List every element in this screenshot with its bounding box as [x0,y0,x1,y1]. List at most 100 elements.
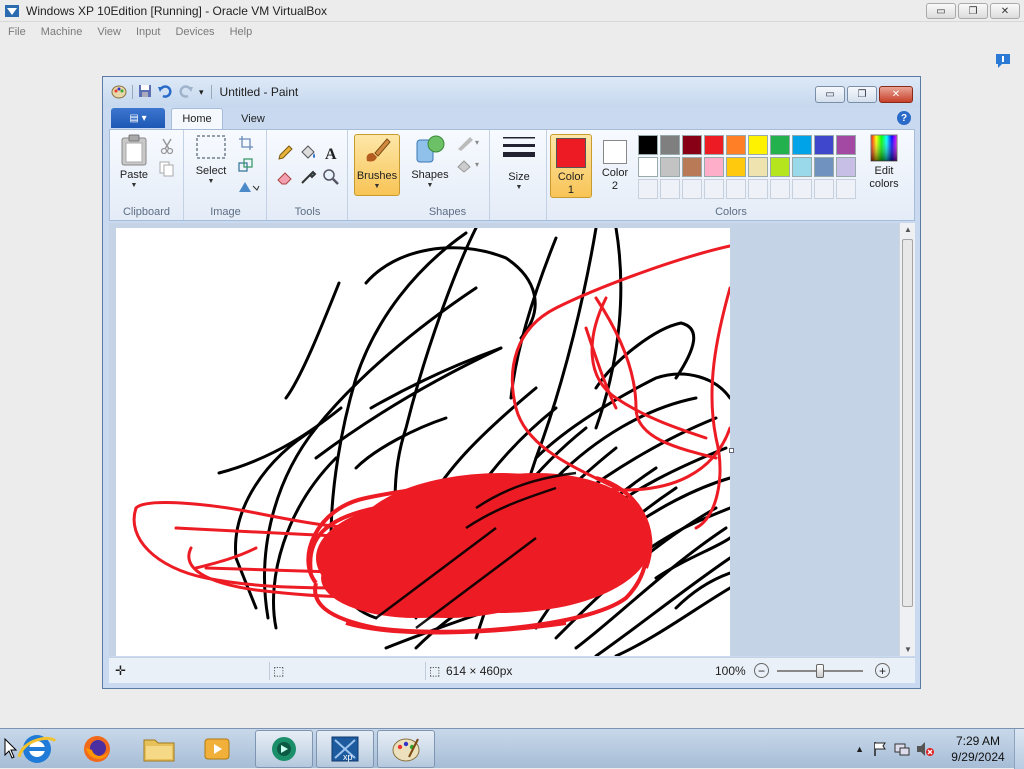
palette-swatch[interactable] [792,157,812,177]
text-icon[interactable]: A [320,142,342,164]
palette-swatch[interactable] [682,179,702,199]
menu-machine[interactable]: Machine [41,26,83,38]
palette-swatch[interactable] [660,179,680,199]
taskbar-explorer[interactable] [140,733,178,765]
canvas-resize-handle[interactable] [729,448,734,453]
palette-swatch[interactable] [704,157,724,177]
brushes-button[interactable]: Brushes ▼ [354,134,400,196]
fill-icon[interactable] [297,142,319,164]
paint-minimize-button[interactable]: ▭ [815,86,845,103]
menu-help[interactable]: Help [230,26,253,38]
palette-swatch[interactable] [814,135,834,155]
menu-file[interactable]: File [8,26,26,38]
palette-swatch[interactable] [660,157,680,177]
group-clipboard: Paste ▼ Clipboard [110,130,184,220]
taskbar-paint[interactable] [377,730,435,768]
palette-swatch[interactable] [682,157,702,177]
group-image: Select ▼ Image [185,130,267,220]
action-center-flag-icon[interactable] [872,741,888,757]
taskbar-virtualbox-xp[interactable]: xp [316,730,374,768]
help-icon[interactable]: ? [897,111,911,125]
palette-swatch[interactable] [792,179,812,199]
tab-view[interactable]: View [227,108,279,129]
paint-menu-button[interactable]: ▤ ▾ [111,108,165,128]
palette-swatch[interactable] [814,157,834,177]
save-icon[interactable] [138,84,152,101]
palette-swatch[interactable] [792,135,812,155]
notification-icon[interactable] [994,52,1012,70]
fill-shape-icon[interactable]: ▾ [454,154,484,176]
size-button[interactable]: Size ▼ [499,134,539,191]
menu-view[interactable]: View [97,26,121,38]
redo-icon[interactable] [178,84,194,101]
palette-swatch[interactable] [638,135,658,155]
palette-swatch[interactable] [836,135,856,155]
crop-icon[interactable] [235,132,257,154]
scroll-down-icon[interactable]: ▼ [904,645,912,654]
zoom-slider-thumb[interactable] [816,663,824,678]
zoom-in-icon[interactable]: + [875,663,890,678]
edit-colors-button[interactable]: Edit colors [862,134,906,191]
palette-swatch[interactable] [682,135,702,155]
clock[interactable]: 7:29 AM 9/29/2024 [942,733,1014,765]
selection-size-icon: ⬚ [273,663,285,678]
paste-button[interactable]: Paste ▼ [116,134,152,189]
vertical-scrollbar[interactable]: ▲ ▼ [899,223,915,656]
color1-button[interactable]: Color 1 [550,134,592,198]
taskbar-media-player[interactable] [198,733,236,765]
zoom-out-icon[interactable]: − [754,663,769,678]
palette-swatch[interactable] [770,179,790,199]
cut-icon[interactable] [156,135,178,157]
taskbar-firefox[interactable] [78,733,116,765]
palette-swatch[interactable] [748,135,768,155]
rotate-icon[interactable] [235,176,263,198]
menu-devices[interactable]: Devices [175,26,214,38]
palette-swatch[interactable] [704,179,724,199]
vbox-close-button[interactable]: ✕ [990,3,1020,19]
palette-swatch[interactable] [726,135,746,155]
palette-swatch[interactable] [814,179,834,199]
show-hidden-icons-icon[interactable]: ▲ [855,744,864,754]
palette-swatch[interactable] [726,157,746,177]
select-button[interactable]: Select ▼ [193,134,229,185]
palette-swatch[interactable] [704,135,724,155]
palette-swatch[interactable] [748,157,768,177]
color2-button[interactable]: Color 2 [596,134,634,193]
volume-muted-icon[interactable] [916,741,934,757]
magnifier-icon[interactable] [320,166,342,188]
network-icon[interactable] [894,741,910,757]
menu-input[interactable]: Input [136,26,160,38]
palette-swatch[interactable] [836,157,856,177]
palette-swatch[interactable] [638,179,658,199]
resize-icon[interactable] [235,154,257,176]
color-picker-icon[interactable] [297,166,319,188]
vbox-minimize-button[interactable]: ▭ [926,3,956,19]
paint-titlebar: ▾ Untitled - Paint ▭ ❐ ✕ [103,77,920,107]
drawing-canvas[interactable] [116,228,730,656]
shapes-button[interactable]: Shapes ▼ [410,134,450,189]
eraser-icon[interactable] [274,166,296,188]
group-size: Size ▼ [491,130,547,220]
copy-icon[interactable] [156,158,178,180]
vbox-restore-button[interactable]: ❐ [958,3,988,19]
pencil-icon[interactable] [274,142,296,164]
outline-icon[interactable]: ▾ [454,132,484,154]
palette-swatch[interactable] [726,179,746,199]
palette-swatch[interactable] [638,157,658,177]
undo-icon[interactable] [157,84,173,101]
palette-swatch[interactable] [836,179,856,199]
paint-close-button[interactable]: ✕ [879,86,913,103]
scrollbar-thumb[interactable] [902,239,913,607]
size-dropdown-icon: ▼ [515,184,523,191]
show-desktop-button[interactable] [1014,729,1024,769]
tab-home[interactable]: Home [171,108,223,129]
palette-swatch[interactable] [660,135,680,155]
customize-toolbar-icon[interactable]: ▾ [199,87,204,98]
scroll-up-icon[interactable]: ▲ [904,225,912,234]
paint-maximize-button[interactable]: ❐ [847,86,877,103]
palette-swatch[interactable] [770,157,790,177]
palette-swatch[interactable] [770,135,790,155]
minimize-icon: ▭ [936,5,946,17]
taskbar-media-center[interactable] [255,730,313,768]
palette-swatch[interactable] [748,179,768,199]
